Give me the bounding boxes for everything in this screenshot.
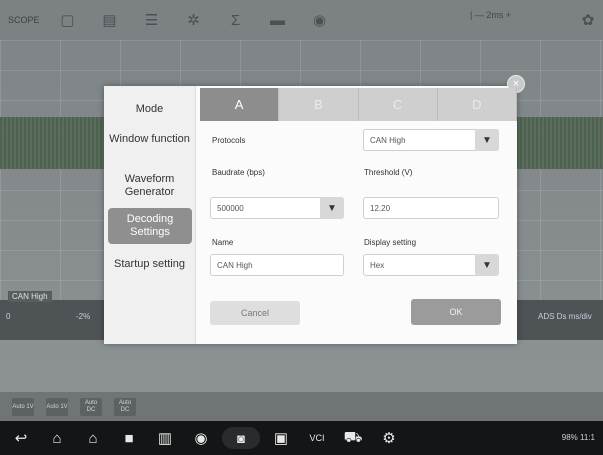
display-setting-value: Hex <box>370 260 385 270</box>
tab-b[interactable]: B <box>279 88 359 121</box>
tab-a[interactable]: A <box>200 88 280 121</box>
tab-d[interactable]: D <box>437 88 517 121</box>
protocols-label: Protocols <box>212 136 246 145</box>
settings-icon[interactable]: ✿ <box>574 9 602 31</box>
channel-tag: CAN High <box>8 291 52 302</box>
vci-icon[interactable]: VCI <box>302 433 332 443</box>
menu-item-startup-setting[interactable]: Startup setting <box>104 258 195 271</box>
screen-record-icon[interactable]: ▣ <box>266 429 296 447</box>
menu-item-decoding-settings[interactable]: Decoding Settings <box>108 208 192 244</box>
baudrate-value: 500000 <box>217 203 244 213</box>
channel-a-button[interactable]: Auto 1V <box>12 398 34 416</box>
threshold-value: 12.20 <box>370 203 391 213</box>
vehicle-network-icon[interactable]: ⚙ <box>374 429 404 447</box>
car-icon[interactable]: ⛟ <box>338 429 368 448</box>
system-navbar: ↩ ⌂ ⌂ ■ ▥ ◉ ◙ ▣ VCI ⛟ ⚙ <box>0 421 603 455</box>
split-screen-icon[interactable]: ▥ <box>150 429 180 447</box>
browser-icon[interactable]: ◉ <box>186 429 216 447</box>
scale-left: 0 <box>6 312 11 321</box>
name-input[interactable]: CAN High <box>210 254 344 276</box>
square-icon[interactable]: ▢ <box>54 9 82 31</box>
camera-icon[interactable]: ◙ <box>222 427 260 449</box>
bottom-toolbar: Auto 1V Auto 1V Auto DC Auto DC <box>0 392 603 421</box>
back-icon[interactable]: ↩ <box>6 429 36 447</box>
sliders-icon[interactable]: ☰ <box>138 9 166 31</box>
timebase-readout: ADS Ds ms/div <box>538 312 592 321</box>
protocols-value: CAN High <box>370 135 406 145</box>
scale-mid: -2% <box>76 312 91 321</box>
document-icon[interactable]: ▤ <box>96 9 124 31</box>
sigma-icon[interactable]: Σ <box>222 9 250 31</box>
menu-item-window-function[interactable]: Window function <box>104 133 195 146</box>
chevron-down-icon[interactable]: ▼ <box>475 129 499 151</box>
channel-c-button[interactable]: Auto DC <box>80 398 102 416</box>
gear-icon[interactable]: ✲ <box>180 9 208 31</box>
chip-icon[interactable]: ◉ <box>306 9 334 31</box>
name-label: Name <box>212 238 234 247</box>
house-icon[interactable]: ⌂ <box>78 430 108 447</box>
name-value: CAN High <box>217 260 253 270</box>
menu-item-mode[interactable]: Mode <box>104 103 195 116</box>
top-toolbar: SCOPE ▢ ▤ ☰ ✲ Σ ▬ ◉ | — 2ms + ✿ <box>0 0 603 40</box>
menu-item-waveform-generator[interactable]: Waveform Generator <box>104 173 195 199</box>
threshold-label: Threshold (V) <box>364 168 413 177</box>
display-setting-label: Display setting <box>364 238 417 247</box>
channel-b-button[interactable]: Auto 1V <box>46 398 68 416</box>
baudrate-label: Baudrate (bps) <box>212 168 265 177</box>
channel-tabs: A B C D <box>200 88 517 121</box>
tab-c[interactable]: C <box>358 88 438 121</box>
threshold-input[interactable]: 12.20 <box>363 197 499 219</box>
timebase-control[interactable]: | — 2ms + <box>470 10 511 20</box>
chevron-down-icon[interactable]: ▼ <box>320 197 344 219</box>
status-bar-right: 98% 11:1 <box>561 433 595 442</box>
home-icon[interactable]: ⌂ <box>42 430 72 447</box>
channel-d-button[interactable]: Auto DC <box>114 398 136 416</box>
chevron-down-icon[interactable]: ▼ <box>475 254 499 276</box>
recents-icon[interactable]: ■ <box>114 430 144 447</box>
ok-button[interactable]: OK <box>411 299 501 325</box>
cancel-button[interactable]: Cancel <box>210 301 300 325</box>
folder-icon[interactable]: ▬ <box>264 9 292 31</box>
settings-menu: Mode Window function Waveform Generator … <box>104 86 196 344</box>
mode-label[interactable]: SCOPE <box>8 15 40 25</box>
